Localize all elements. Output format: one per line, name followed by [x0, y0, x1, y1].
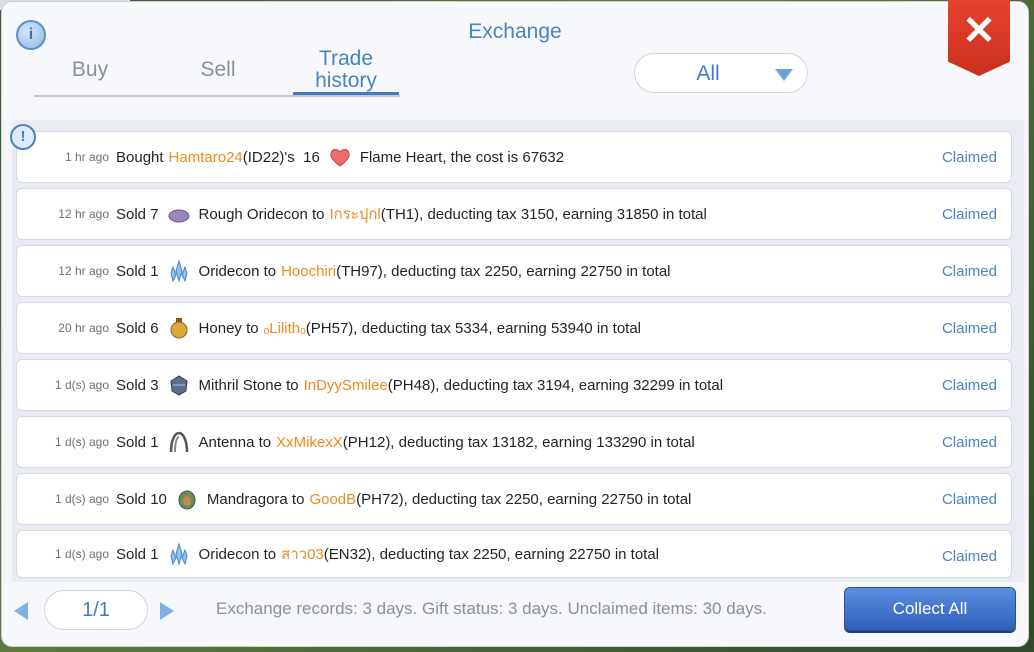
record-time: 1 hr ago [64, 150, 109, 164]
tabs-divider [34, 95, 400, 97]
record-action: Sold 7 [116, 205, 159, 223]
claimed-status: Claimed [941, 434, 997, 451]
player-name[interactable]: XxMikexX [276, 434, 343, 451]
collect-all-button[interactable]: Collect All [844, 587, 1016, 631]
item-name: Oridecon to [198, 545, 277, 563]
page-indicator: 1/1 [44, 590, 148, 630]
filter-dropdown[interactable]: All [634, 53, 808, 93]
player-name[interactable]: Hoochiri [281, 263, 336, 280]
tab-sell[interactable]: Sell [188, 58, 248, 82]
mandragora-icon [178, 490, 196, 510]
record-action: Sold 10 [116, 490, 167, 508]
item-name: Rough Oridecon to [198, 205, 325, 223]
record-details: (TH1), deducting tax 3150, earning 31850… [380, 205, 707, 223]
record-time: 1 d(s) ago [54, 378, 109, 392]
claimed-status: Claimed [941, 320, 997, 337]
item-name: Mandragora to [206, 490, 305, 508]
record-details: (PH72), deducting tax 2250, earning 2275… [356, 490, 692, 508]
list-item: 20 hr ago Sold 6 Honey to ₒLilithₒ (PH57… [16, 302, 1012, 354]
list-item: 12 hr ago Sold 1 Oridecon to Hoochiri (T… [16, 245, 1012, 297]
claimed-status: Claimed [941, 548, 997, 565]
oridecon-icon [170, 259, 188, 283]
record-details: (PH57), deducting tax 5334, earning 5394… [305, 319, 642, 337]
page-prev-icon[interactable] [14, 602, 28, 620]
record-action: Sold 1 [116, 433, 159, 451]
record-action: Sold 1 [116, 262, 159, 280]
record-time: 1 d(s) ago [54, 435, 109, 449]
close-icon: ✕ [962, 9, 996, 53]
record-details: (PH48), deducting tax 3194, earning 3229… [387, 376, 724, 394]
oridecon-icon [170, 542, 188, 566]
dialog-header: i Exchange Buy Sell Trade history All [2, 2, 1028, 120]
list-item: 1 d(s) ago Sold 1 Antenna to XxMikexX (P… [16, 416, 1012, 468]
item-name: Mithril Stone to [198, 376, 299, 394]
tab-buy[interactable]: Buy [60, 58, 120, 82]
record-details: (TH97), deducting tax 2250, earning 2275… [336, 262, 671, 280]
page-next-icon[interactable] [160, 602, 174, 620]
tab-trade-history[interactable]: Trade history [300, 48, 392, 92]
record-time: 1 d(s) ago [54, 492, 109, 506]
player-name[interactable]: Hamtaro24 [169, 149, 243, 166]
flame-heart-icon [330, 149, 350, 167]
claimed-status: Claimed [941, 263, 997, 280]
list-item: 1 d(s) ago Sold 1 Oridecon to สาว03 (EN3… [16, 530, 1012, 578]
list-item: 1 d(s) ago Sold 3 Mithril Stone to InDyy… [16, 359, 1012, 411]
antenna-icon [169, 431, 188, 453]
record-details: (PH12), deducting tax 13182, earning 133… [342, 433, 695, 451]
filter-selected-value: All [696, 62, 720, 85]
item-name: Antenna to [198, 433, 272, 451]
rough-oridecon-icon [168, 209, 190, 223]
alert-icon[interactable]: ! [10, 124, 36, 150]
claimed-status: Claimed [941, 206, 997, 223]
record-action: Sold 3 [116, 376, 159, 394]
claimed-status: Claimed [941, 149, 997, 166]
dialog-title: Exchange [468, 20, 562, 43]
list-item: 1 d(s) ago Sold 10 Mandragora to GoodB (… [16, 473, 1012, 525]
claimed-status: Claimed [941, 377, 997, 394]
player-name[interactable]: GoodB [309, 491, 356, 508]
record-action: Sold 6 [116, 319, 159, 337]
mithril-stone-icon [170, 375, 188, 396]
chevron-down-icon [775, 69, 793, 81]
record-details: (EN32), deducting tax 2250, earning 2275… [323, 545, 660, 563]
player-name[interactable]: Iกระปุกl [329, 202, 380, 226]
close-button[interactable]: ✕ [948, 0, 1010, 76]
list-item: 12 hr ago Sold 7 Rough Oridecon to Iกระป… [16, 188, 1012, 240]
item-name: Flame Heart, the cost is 67632 [359, 148, 565, 166]
record-time: 12 hr ago [58, 207, 109, 221]
record-details: (ID22)'s 16 [242, 148, 320, 166]
active-tab-indicator [293, 92, 399, 95]
record-action: Bought [116, 148, 164, 166]
item-name: Honey to [198, 319, 259, 337]
record-action: Sold 1 [116, 545, 159, 563]
retention-note: Exchange records: 3 days. Gift status: 3… [216, 599, 767, 618]
record-time: 20 hr ago [58, 321, 109, 335]
claimed-status: Claimed [941, 491, 997, 508]
player-name[interactable]: InDyySmilee [304, 377, 388, 394]
list-item: 1 hr ago Bought Hamtaro24 (ID22)'s 16 Fl… [16, 131, 1012, 183]
honey-icon [170, 318, 188, 339]
record-time: 1 d(s) ago [54, 547, 109, 561]
player-name[interactable]: สาว03 [281, 542, 324, 566]
record-time: 12 hr ago [58, 264, 109, 278]
item-name: Oridecon to [198, 262, 277, 280]
player-name[interactable]: ₒLilithₒ [264, 320, 306, 337]
